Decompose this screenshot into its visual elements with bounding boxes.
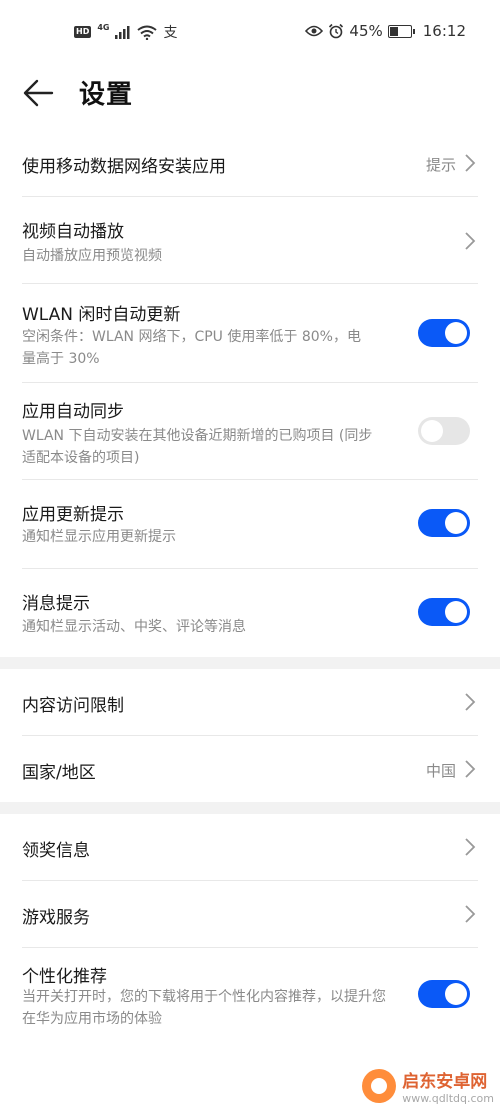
row-video-autoplay[interactable]: 视频自动播放 自动播放应用预览视频 [0,197,500,283]
status-right: 45% 16:12 [305,22,466,40]
network-type: 4G [97,22,110,32]
toggle-update-notice[interactable] [418,509,470,537]
row-subtitle: 通知栏显示应用更新提示 [22,529,176,545]
row-title: 应用更新提示 [22,505,124,525]
battery-percent: 45% [349,22,383,40]
row-value: 中国 [425,762,456,780]
row-title: 国家/地区 [22,763,96,783]
row-title: 应用自动同步 [22,402,124,422]
chevron-right-icon [465,232,476,250]
row-personalized-recommend: 个性化推荐 当开关打开时，您的下载将用于个性化内容推荐，以提升您在华为应用市场的… [0,948,500,1048]
row-title: 内容访问限制 [22,696,124,716]
battery-icon [387,24,415,38]
row-update-notice: 应用更新提示 通知栏显示应用更新提示 [0,480,500,568]
watermark-logo-icon [362,1069,397,1103]
row-mobile-data-install[interactable]: 使用移动数据网络安装应用 提示 [0,130,500,196]
toggle-personalized-recommend[interactable] [418,980,470,1008]
row-country-region[interactable]: 国家/地区 中国 [0,736,500,802]
hd-icon: HD [74,26,92,38]
eye-icon [305,25,324,37]
row-game-service[interactable]: 游戏服务 [0,881,500,947]
toggle-app-auto-sync[interactable] [418,417,470,445]
row-value: 提示 [425,156,456,174]
clock: 16:12 [422,22,466,40]
row-title: 游戏服务 [22,908,90,928]
row-title: 领奖信息 [22,841,90,861]
watermark-url: www.qdltdq.com [402,1092,494,1105]
watermark: 启东安卓网 www.qdltdq.com [362,1067,494,1105]
watermark-name: 启东安卓网 [402,1072,488,1092]
page-header: 设置 [0,64,500,124]
row-wlan-idle-update: WLAN 闲时自动更新 空闲条件：WLAN 网络下，CPU 使用率低于 80%，… [0,284,500,382]
watermark-text: 启东安卓网 www.qdltdq.com [402,1067,494,1105]
section-separator [0,657,500,669]
chevron-right-icon [465,760,476,778]
row-title: 消息提示 [22,594,90,614]
row-subtitle: 当开关打开时，您的下载将用于个性化内容推荐，以提升您在华为应用市场的体验 [22,989,386,1027]
row-subtitle: 空闲条件：WLAN 网络下，CPU 使用率低于 80%，电量高于 30% [22,329,361,367]
alipay-icon: 支 [163,25,178,41]
row-title: WLAN 闲时自动更新 [22,305,181,325]
wifi-icon [137,25,158,40]
chevron-right-icon [465,838,476,856]
row-subtitle: 通知栏显示活动、中奖、评论等消息 [22,619,246,635]
status-bar: HD 4G 支 45% 16:12 [0,0,500,64]
row-message-notice: 消息提示 通知栏显示活动、中奖、评论等消息 [0,569,500,657]
row-title: 个性化推荐 [22,967,107,987]
signal-icon [115,25,130,39]
row-content-restriction[interactable]: 内容访问限制 [0,669,500,735]
row-prize-info[interactable]: 领奖信息 [0,814,500,880]
chevron-right-icon [465,905,476,923]
back-arrow-icon[interactable] [22,76,56,110]
row-title: 视频自动播放 [22,222,124,242]
row-subtitle: WLAN 下自动安装在其他设备近期新增的已购项目 (同步适配本设备的项目) [22,428,373,466]
section-separator [0,802,500,814]
toggle-message-notice[interactable] [418,598,470,626]
row-title: 使用移动数据网络安装应用 [22,157,226,177]
row-subtitle: 自动播放应用预览视频 [22,248,162,264]
chevron-right-icon [465,154,476,172]
chevron-right-icon [465,693,476,711]
status-left: HD 4G 支 [74,22,177,42]
row-app-auto-sync: 应用自动同步 WLAN 下自动安装在其他设备近期新增的已购项目 (同步适配本设备… [0,383,500,479]
alarm-icon [329,23,344,39]
page-title: 设置 [79,80,134,110]
toggle-wlan-idle-update[interactable] [418,319,470,347]
